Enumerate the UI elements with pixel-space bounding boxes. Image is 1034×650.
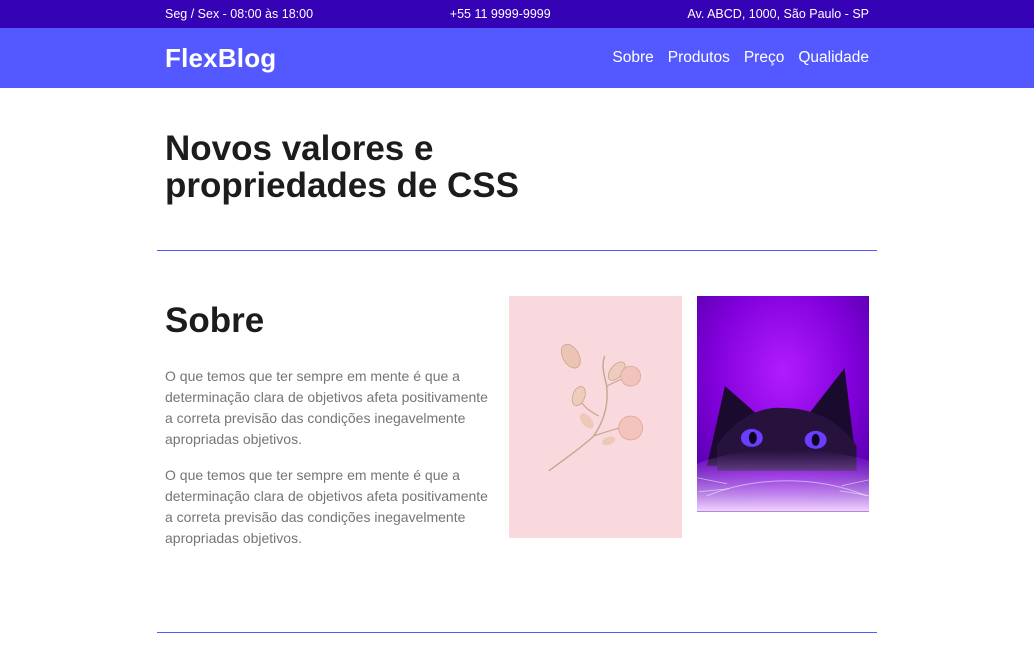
nav-link-qualidade[interactable]: Qualidade [798, 49, 869, 67]
flower-illustration [509, 296, 682, 538]
site-header: FlexBlog Sobre Produtos Preço Qualidade [0, 28, 1034, 88]
page-title: Novos valores e propriedades de CSS [165, 129, 519, 205]
cat-illustration [696, 296, 869, 512]
about-section: Sobre O que temos que ter sempre em ment… [157, 251, 877, 633]
nav-link-sobre[interactable]: Sobre [612, 49, 653, 67]
hero-section: Novos valores e propriedades de CSS [157, 88, 877, 251]
about-title: Sobre [165, 301, 265, 340]
main-nav: Sobre Produtos Preço Qualidade [612, 49, 869, 67]
about-paragraph: O que temos que ter sempre em mente é qu… [165, 467, 488, 546]
business-hours: Seg / Sex - 08:00 às 18:00 [165, 7, 314, 21]
nav-link-produtos[interactable]: Produtos [668, 49, 730, 67]
about-paragraph: O que temos que ter sempre em mente é qu… [165, 368, 488, 447]
flower-photo [509, 296, 682, 538]
about-text: Sobre O que temos que ter sempre em ment… [165, 296, 494, 564]
nav-link-preco[interactable]: Preço [744, 49, 785, 67]
top-info-bar: Seg / Sex - 08:00 às 18:00 +55 11 9999-9… [0, 0, 1034, 28]
address: Av. ABCD, 1000, São Paulo - SP [687, 7, 869, 21]
site-logo[interactable]: FlexBlog [165, 43, 276, 74]
phone-number: +55 11 9999-9999 [449, 7, 551, 21]
cat-photo [696, 296, 869, 512]
